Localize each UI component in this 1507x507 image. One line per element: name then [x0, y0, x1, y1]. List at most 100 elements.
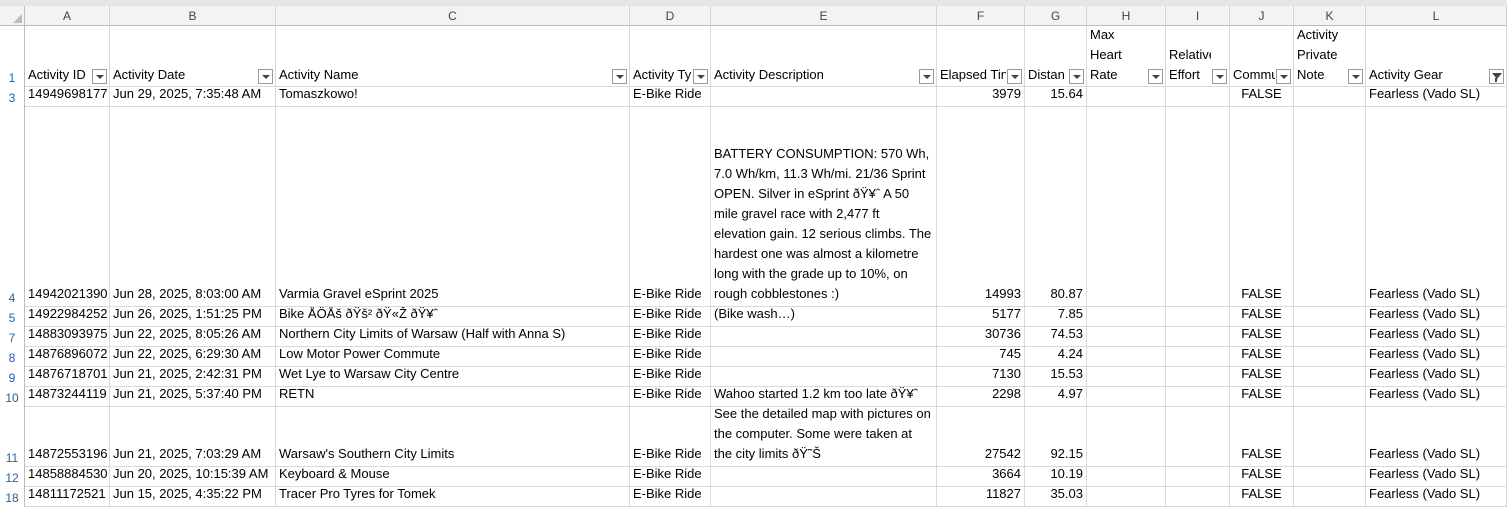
- row-header-1[interactable]: 1: [0, 26, 25, 87]
- cell-private-note[interactable]: [1294, 367, 1366, 387]
- cell-activity-date[interactable]: Jun 21, 2025, 5:37:40 PM: [110, 387, 276, 407]
- cell-activity-type[interactable]: E-Bike Ride: [630, 107, 711, 307]
- cell-activity-type[interactable]: E-Bike Ride: [630, 387, 711, 407]
- cell-activity-name[interactable]: Tomaszkowo!: [276, 87, 630, 107]
- row-header-5[interactable]: 5: [0, 307, 25, 327]
- cell-relative-effort[interactable]: [1166, 467, 1230, 487]
- filter-dropdown-icon[interactable]: [1148, 69, 1163, 84]
- header-relative-effort[interactable]: Relative Effort: [1166, 26, 1230, 87]
- row-header-10[interactable]: 10: [0, 387, 25, 407]
- cell-commute[interactable]: FALSE: [1230, 367, 1294, 387]
- cell-relative-effort[interactable]: [1166, 107, 1230, 307]
- cell-max-heart-rate[interactable]: [1087, 307, 1166, 327]
- cell-activity-date[interactable]: Jun 21, 2025, 7:03:29 AM: [110, 407, 276, 467]
- row-header-8[interactable]: 8: [0, 347, 25, 367]
- cell-activity-description[interactable]: [711, 347, 937, 367]
- row-header-11[interactable]: 11: [0, 407, 25, 467]
- cell-activity-type[interactable]: E-Bike Ride: [630, 327, 711, 347]
- cell-activity-gear[interactable]: Fearless (Vado SL): [1366, 307, 1507, 327]
- row-header-7[interactable]: 7: [0, 327, 25, 347]
- header-activity-description[interactable]: Activity Description: [711, 26, 937, 87]
- cell-private-note[interactable]: [1294, 87, 1366, 107]
- cell-activity-gear[interactable]: Fearless (Vado SL): [1366, 387, 1507, 407]
- cell-activity-gear[interactable]: Fearless (Vado SL): [1366, 327, 1507, 347]
- cell-activity-id[interactable]: 14876718701: [25, 367, 110, 387]
- cell-activity-name[interactable]: Tracer Pro Tyres for Tomek: [276, 487, 630, 507]
- header-elapsed-time[interactable]: Elapsed Tin: [937, 26, 1025, 87]
- cell-activity-date[interactable]: Jun 29, 2025, 7:35:48 AM: [110, 87, 276, 107]
- cell-max-heart-rate[interactable]: [1087, 407, 1166, 467]
- cell-commute[interactable]: FALSE: [1230, 407, 1294, 467]
- filter-dropdown-icon[interactable]: [92, 69, 107, 84]
- header-private-note[interactable]: Activity Private Note: [1294, 26, 1366, 87]
- cell-private-note[interactable]: [1294, 327, 1366, 347]
- cell-max-heart-rate[interactable]: [1087, 467, 1166, 487]
- cell-activity-type[interactable]: E-Bike Ride: [630, 87, 711, 107]
- cell-relative-effort[interactable]: [1166, 387, 1230, 407]
- cell-max-heart-rate[interactable]: [1087, 387, 1166, 407]
- cell-relative-effort[interactable]: [1166, 307, 1230, 327]
- cell-elapsed-time[interactable]: 30736: [937, 327, 1025, 347]
- filter-active-icon[interactable]: [1489, 69, 1504, 84]
- cell-activity-gear[interactable]: Fearless (Vado SL): [1366, 467, 1507, 487]
- cell-activity-date[interactable]: Jun 22, 2025, 6:29:30 AM: [110, 347, 276, 367]
- cell-activity-description[interactable]: BATTERY CONSUMPTION: 570 Wh, 7.0 Wh/km, …: [711, 107, 937, 307]
- header-commute[interactable]: Commu: [1230, 26, 1294, 87]
- cell-activity-id[interactable]: 14883093975: [25, 327, 110, 347]
- cell-activity-date[interactable]: Jun 21, 2025, 2:42:31 PM: [110, 367, 276, 387]
- cell-activity-description[interactable]: Wahoo started 1.2 km too late ðŸ¥ˆ: [711, 387, 937, 407]
- cell-activity-name[interactable]: Bike ÅÖÅš ðŸš² ðŸ«Ž ðŸ¥ˆ: [276, 307, 630, 327]
- cell-private-note[interactable]: [1294, 107, 1366, 307]
- cell-elapsed-time[interactable]: 3664: [937, 467, 1025, 487]
- cell-activity-id[interactable]: 14811172521: [25, 487, 110, 507]
- cell-max-heart-rate[interactable]: [1087, 487, 1166, 507]
- cell-elapsed-time[interactable]: 27542: [937, 407, 1025, 467]
- header-max-heart-rate[interactable]: Max Heart Rate: [1087, 26, 1166, 87]
- cell-activity-name[interactable]: Low Motor Power Commute: [276, 347, 630, 367]
- cell-activity-id[interactable]: 14942021390: [25, 107, 110, 307]
- cell-activity-name[interactable]: Northern City Limits of Warsaw (Half wit…: [276, 327, 630, 347]
- cell-commute[interactable]: FALSE: [1230, 467, 1294, 487]
- cell-private-note[interactable]: [1294, 347, 1366, 367]
- cell-distance[interactable]: 4.97: [1025, 387, 1087, 407]
- cell-relative-effort[interactable]: [1166, 407, 1230, 467]
- cell-commute[interactable]: FALSE: [1230, 87, 1294, 107]
- cell-elapsed-time[interactable]: 3979: [937, 87, 1025, 107]
- cell-private-note[interactable]: [1294, 407, 1366, 467]
- cell-activity-id[interactable]: 14949698177: [25, 87, 110, 107]
- cell-activity-type[interactable]: E-Bike Ride: [630, 407, 711, 467]
- cell-activity-description[interactable]: [711, 87, 937, 107]
- cell-max-heart-rate[interactable]: [1087, 327, 1166, 347]
- cell-relative-effort[interactable]: [1166, 347, 1230, 367]
- filter-dropdown-icon[interactable]: [1276, 69, 1291, 84]
- cell-activity-gear[interactable]: Fearless (Vado SL): [1366, 107, 1507, 307]
- column-header-d[interactable]: D: [630, 6, 711, 26]
- cell-activity-name[interactable]: Keyboard & Mouse: [276, 467, 630, 487]
- header-activity-name[interactable]: Activity Name: [276, 26, 630, 87]
- cell-activity-id[interactable]: 14872553196: [25, 407, 110, 467]
- cell-commute[interactable]: FALSE: [1230, 327, 1294, 347]
- column-header-c[interactable]: C: [276, 6, 630, 26]
- filter-dropdown-icon[interactable]: [1212, 69, 1227, 84]
- cell-activity-type[interactable]: E-Bike Ride: [630, 307, 711, 327]
- cell-distance[interactable]: 15.64: [1025, 87, 1087, 107]
- column-header-k[interactable]: K: [1294, 6, 1366, 26]
- column-header-j[interactable]: J: [1230, 6, 1294, 26]
- row-header-3[interactable]: 3: [0, 87, 25, 107]
- cell-distance[interactable]: 4.24: [1025, 347, 1087, 367]
- column-header-e[interactable]: E: [711, 6, 937, 26]
- cell-activity-gear[interactable]: Fearless (Vado SL): [1366, 367, 1507, 387]
- cell-distance[interactable]: 80.87: [1025, 107, 1087, 307]
- row-header-18[interactable]: 18: [0, 487, 25, 507]
- cell-activity-description[interactable]: (Bike wash…): [711, 307, 937, 327]
- column-header-l[interactable]: L: [1366, 6, 1507, 26]
- cell-private-note[interactable]: [1294, 307, 1366, 327]
- cell-activity-name[interactable]: RETN: [276, 387, 630, 407]
- cell-activity-name[interactable]: Warsaw's Southern City Limits: [276, 407, 630, 467]
- cell-activity-type[interactable]: E-Bike Ride: [630, 487, 711, 507]
- filter-dropdown-icon[interactable]: [1007, 69, 1022, 84]
- filter-dropdown-icon[interactable]: [919, 69, 934, 84]
- cell-activity-id[interactable]: 14876896072: [25, 347, 110, 367]
- cell-activity-description[interactable]: [711, 367, 937, 387]
- cell-elapsed-time[interactable]: 745: [937, 347, 1025, 367]
